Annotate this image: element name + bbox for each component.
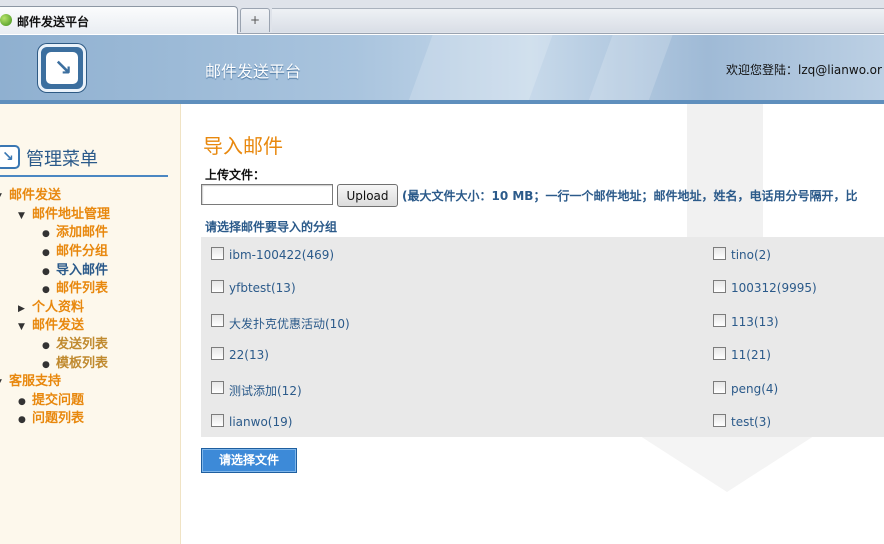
sidebar-header: ↘ 管理菜单 xyxy=(0,141,168,177)
menu-item-submit-issue[interactable]: ● 提交问题 xyxy=(18,389,84,408)
upload-label: 上传文件： xyxy=(205,168,266,182)
bullet-icon: ● xyxy=(18,415,26,425)
menu-item-support[interactable]: ▼客服支持 xyxy=(0,370,61,389)
site-header: ↘ 邮件发送平台 欢迎您登陆：lzq@lianwo.or xyxy=(0,35,884,104)
menu-item-add-mail[interactable]: ● 添加邮件 xyxy=(42,221,108,240)
page-title: 导入邮件 xyxy=(203,134,283,158)
header-decoration xyxy=(587,35,673,104)
group-checkbox[interactable] xyxy=(211,247,224,260)
site-title: 邮件发送平台 xyxy=(205,62,302,81)
submit-file-button[interactable]: 请选择文件 xyxy=(201,448,297,473)
bullet-icon: ● xyxy=(42,229,50,239)
group-checkbox[interactable] xyxy=(211,280,224,293)
group-checkbox[interactable] xyxy=(713,347,726,360)
browser-tab-strip: 邮件发送平台 + xyxy=(0,0,884,34)
expanded-triangle-icon: ▼ xyxy=(0,192,9,202)
expanded-triangle-icon: ▼ xyxy=(0,378,9,388)
group-checkbox[interactable] xyxy=(713,314,726,327)
group-checkbox[interactable] xyxy=(211,347,224,360)
menu-item-template-list[interactable]: ● 模板列表 xyxy=(42,352,108,371)
sidebar-title: 管理菜单 xyxy=(26,149,98,170)
menu-item-issue-list[interactable]: ● 问题列表 xyxy=(18,407,84,426)
bullet-icon: ● xyxy=(42,267,50,277)
plus-icon: + xyxy=(249,13,261,27)
group-select-label: 请选择邮件要导入的分组 xyxy=(205,220,338,234)
expanded-triangle-icon: ▼ xyxy=(18,211,25,221)
menu-item-mail-send-sub[interactable]: ▼ 邮件发送 xyxy=(18,314,84,333)
menu-item-address-manage[interactable]: ▼ 邮件地址管理 xyxy=(18,203,110,222)
new-tab-button[interactable]: + xyxy=(240,8,270,32)
browser-tab[interactable]: 邮件发送平台 xyxy=(0,6,238,34)
browser-tab-title: 邮件发送平台 xyxy=(17,15,90,29)
tab-strip-empty xyxy=(272,8,884,32)
watermark-arrow-icon xyxy=(637,434,817,492)
menu-item-import-mail[interactable]: ● 导入邮件 xyxy=(42,259,108,278)
group-checkbox[interactable] xyxy=(713,280,726,293)
group-checkbox[interactable] xyxy=(211,314,224,327)
menu-item-send-list[interactable]: ● 发送列表 xyxy=(42,333,108,352)
expanded-triangle-icon: ▼ xyxy=(18,322,25,332)
arrow-down-right-icon: ↘ xyxy=(54,56,73,81)
menu-item-mail-list[interactable]: ● 邮件列表 xyxy=(42,277,108,296)
menu-item-profile[interactable]: ▶ 个人资料 xyxy=(18,296,84,315)
bullet-icon: ● xyxy=(42,285,50,295)
bullet-icon: ● xyxy=(42,360,50,370)
main-content: 导入邮件 上传文件： Upload (最大文件大小：10 MB；一行一个邮件地址… xyxy=(182,104,884,544)
menu-item-mail-group[interactable]: ● 邮件分组 xyxy=(42,240,108,259)
group-checkbox[interactable] xyxy=(713,414,726,427)
upload-note: (最大文件大小：10 MB；一行一个邮件地址；邮件地址，姓名，电话用分号隔开，比 xyxy=(402,189,858,203)
favicon-icon xyxy=(0,14,12,26)
menu-item-mail-send[interactable]: ▼邮件发送 xyxy=(0,184,61,203)
menu-arrow-icon: ↘ xyxy=(0,145,20,169)
bullet-icon: ● xyxy=(42,341,50,351)
upload-button[interactable]: Upload xyxy=(337,184,398,207)
bullet-icon: ● xyxy=(18,397,26,407)
group-checkbox[interactable] xyxy=(713,247,726,260)
group-list-panel: ibm-100422(469) yfbtest(13) 大发扑克优惠活动(10)… xyxy=(201,237,884,437)
header-decoration xyxy=(407,35,553,104)
file-path-input[interactable] xyxy=(201,184,333,205)
site-logo: ↘ xyxy=(38,44,86,92)
sidebar: ↘ 管理菜单 ▼邮件发送 ▼邮件地址管理 ●添加邮件 ●邮件分组 ●导入邮件 ●… xyxy=(0,104,181,544)
bullet-icon: ● xyxy=(42,248,50,258)
welcome-text: 欢迎您登陆：lzq@lianwo.or xyxy=(726,63,882,77)
group-checkbox[interactable] xyxy=(211,414,224,427)
collapsed-triangle-icon: ▶ xyxy=(18,304,25,314)
group-checkbox[interactable] xyxy=(713,381,726,394)
group-checkbox[interactable] xyxy=(211,381,224,394)
